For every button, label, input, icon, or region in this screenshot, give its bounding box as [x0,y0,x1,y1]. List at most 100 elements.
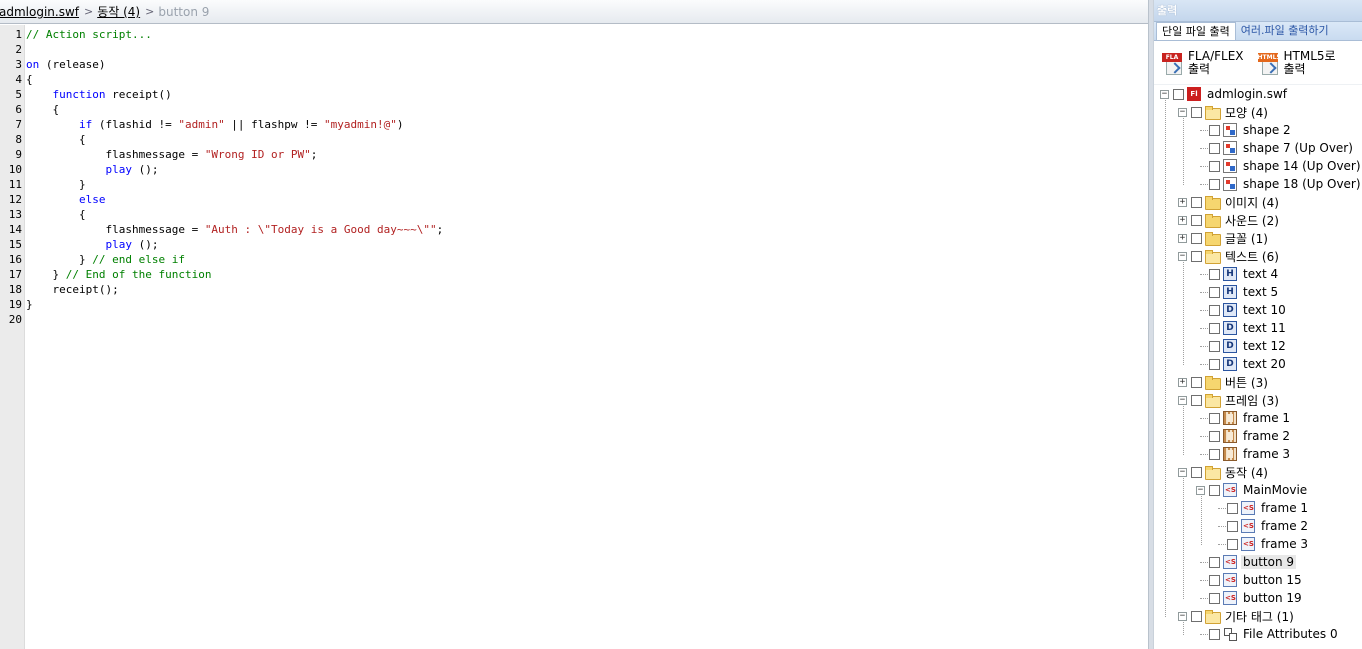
tree-node-label[interactable]: shape 7 (Up Over) [1241,141,1355,155]
tree-node[interactable]: + 버튼 (3) [1178,373,1270,391]
tree-node[interactable]: − Fl admlogin.swf [1160,85,1289,103]
tree-node[interactable]: button 9 [1200,553,1297,571]
tree-node-label[interactable]: button 9 [1241,555,1297,569]
code-line[interactable]: 8 { [0,132,1146,147]
tree-checkbox[interactable] [1191,196,1202,208]
code-editor[interactable]: 1// Action script... 2 3 on (release) 4{5 fu… [0,25,1148,649]
tree-node-label[interactable]: frame 3 [1259,537,1310,551]
tree-checkbox[interactable] [1209,412,1220,424]
expand-icon[interactable]: + [1178,215,1187,225]
tree-node-label[interactable]: shape 2 [1241,123,1293,137]
tree-node[interactable]: − 텍스트 (6) [1178,247,1281,265]
code-line[interactable]: 3 on (release) [0,57,1146,72]
tree-checkbox[interactable] [1209,322,1220,334]
code-line[interactable]: 10 play (); [0,162,1146,177]
tree-node[interactable]: frame 2 [1218,517,1310,535]
tab-single-file-export[interactable]: 단일 파일 출력 [1156,22,1236,40]
tree-node-label[interactable]: text 11 [1241,321,1288,335]
tree-node[interactable]: Htext 5 [1200,283,1280,301]
tree-node-label[interactable]: 프레임 (3) [1223,392,1281,409]
tree-checkbox[interactable] [1209,484,1220,496]
tab-multi-file-export[interactable]: 여러.파일 출력하기 [1236,22,1334,40]
code-line[interactable]: 1 // Action script... [0,27,1146,42]
tree-checkbox[interactable] [1209,286,1220,298]
tree-node-label[interactable]: frame 2 [1241,429,1292,443]
tree-node[interactable]: Dtext 12 [1200,337,1288,355]
code-line[interactable]: 14 flashmessage = "Auth : \"Today is a G… [0,222,1146,237]
tree-checkbox[interactable] [1191,250,1202,262]
code-line[interactable]: 18 receipt(); [0,282,1146,297]
collapse-icon[interactable]: − [1178,611,1187,621]
tree-node-label[interactable]: 모양 (4) [1223,104,1270,121]
tree-node-label[interactable]: admlogin.swf [1205,87,1289,101]
export-html5-button[interactable]: HTML5 HTML5로 출력 [1257,49,1336,76]
collapse-icon[interactable]: − [1196,485,1205,495]
code-line[interactable]: 15 play (); [0,237,1146,252]
tree-node[interactable]: Dtext 10 [1200,301,1288,319]
tree-node[interactable]: shape 2 [1200,121,1293,139]
tree-node[interactable]: frame 1 [1218,499,1310,517]
collapse-icon[interactable]: − [1178,251,1187,261]
tree-checkbox[interactable] [1209,142,1220,154]
tree-node[interactable]: − 동작 (4) [1178,463,1270,481]
code-line[interactable]: 19} [0,297,1146,312]
tree-node[interactable]: frame 1 [1200,409,1292,427]
code-line[interactable]: 2 [0,42,1146,57]
tree-checkbox[interactable] [1209,304,1220,316]
tree-node[interactable]: shape 18 (Up Over) [1200,175,1362,193]
tree-node[interactable]: button 15 [1200,571,1304,589]
tree-node-label[interactable]: frame 1 [1259,501,1310,515]
code-line[interactable]: 5 function receipt() [0,87,1146,102]
tree-checkbox[interactable] [1209,178,1220,190]
tree-node[interactable]: − 기타 태그 (1) [1178,607,1296,625]
tree-node-label[interactable]: 버튼 (3) [1223,374,1270,391]
tree-node[interactable]: shape 7 (Up Over) [1200,139,1355,157]
code-line[interactable]: 11 } [0,177,1146,192]
tree-node-label[interactable]: frame 3 [1241,447,1292,461]
tree-checkbox[interactable] [1191,394,1202,406]
breadcrumb-item-file[interactable]: admlogin.swf [0,5,82,19]
tree-node[interactable]: − 모양 (4) [1178,103,1270,121]
code-line[interactable]: 13 { [0,207,1146,222]
tree-node-label[interactable]: 이미지 (4) [1223,194,1281,211]
tree-checkbox[interactable] [1209,268,1220,280]
tree-node-label[interactable]: text 4 [1241,267,1280,281]
code-line[interactable]: 9 flashmessage = "Wrong ID or PW"; [0,147,1146,162]
tree-node-label[interactable]: button 15 [1241,573,1304,587]
collapse-icon[interactable]: − [1178,107,1187,117]
tree-node[interactable]: − 프레임 (3) [1178,391,1281,409]
tree-node-label[interactable]: 사운드 (2) [1223,212,1281,229]
tree-checkbox[interactable] [1191,376,1202,388]
tree-checkbox[interactable] [1209,574,1220,586]
tree-node-label[interactable]: 동작 (4) [1223,464,1270,481]
expand-icon[interactable]: + [1178,233,1187,243]
tree-node[interactable]: − MainMovie [1196,481,1309,499]
export-fla-flex-button[interactable]: FLA FLA/FLEX 출력 [1162,49,1244,76]
code-line[interactable]: 16 } // end else if [0,252,1146,267]
tree-node-label[interactable]: File Attributes 0 [1241,627,1340,641]
tree-node[interactable]: Dtext 11 [1200,319,1288,337]
tree-checkbox[interactable] [1209,124,1220,136]
tree-node[interactable]: + 글꼴 (1) [1178,229,1270,247]
tree-node-label[interactable]: frame 1 [1241,411,1292,425]
code-line[interactable]: 12 else [0,192,1146,207]
tree-checkbox[interactable] [1209,160,1220,172]
tree-node[interactable]: button 19 [1200,589,1304,607]
collapse-icon[interactable]: − [1160,89,1169,99]
code-line[interactable]: 6 { [0,102,1146,117]
tree-node[interactable]: frame 3 [1218,535,1310,553]
tree-node-label[interactable]: 기타 태그 (1) [1223,608,1296,625]
tree-node-label[interactable]: 글꼴 (1) [1223,230,1270,247]
tree-node-label[interactable]: button 19 [1241,591,1304,605]
code-line[interactable]: 17 } // End of the function [0,267,1146,282]
collapse-icon[interactable]: − [1178,395,1187,405]
tree-checkbox[interactable] [1227,520,1238,532]
tree-checkbox[interactable] [1209,340,1220,352]
tree-node[interactable]: frame 3 [1200,445,1292,463]
tree-node-label[interactable]: shape 18 (Up Over) [1241,177,1362,191]
tree-checkbox[interactable] [1209,556,1220,568]
tree-node[interactable]: Dtext 20 [1200,355,1288,373]
tree-checkbox[interactable] [1191,232,1202,244]
tree-checkbox[interactable] [1209,592,1220,604]
code-area[interactable]: 1// Action script... 2 3 on (release) 4{5 fu… [0,27,1146,327]
